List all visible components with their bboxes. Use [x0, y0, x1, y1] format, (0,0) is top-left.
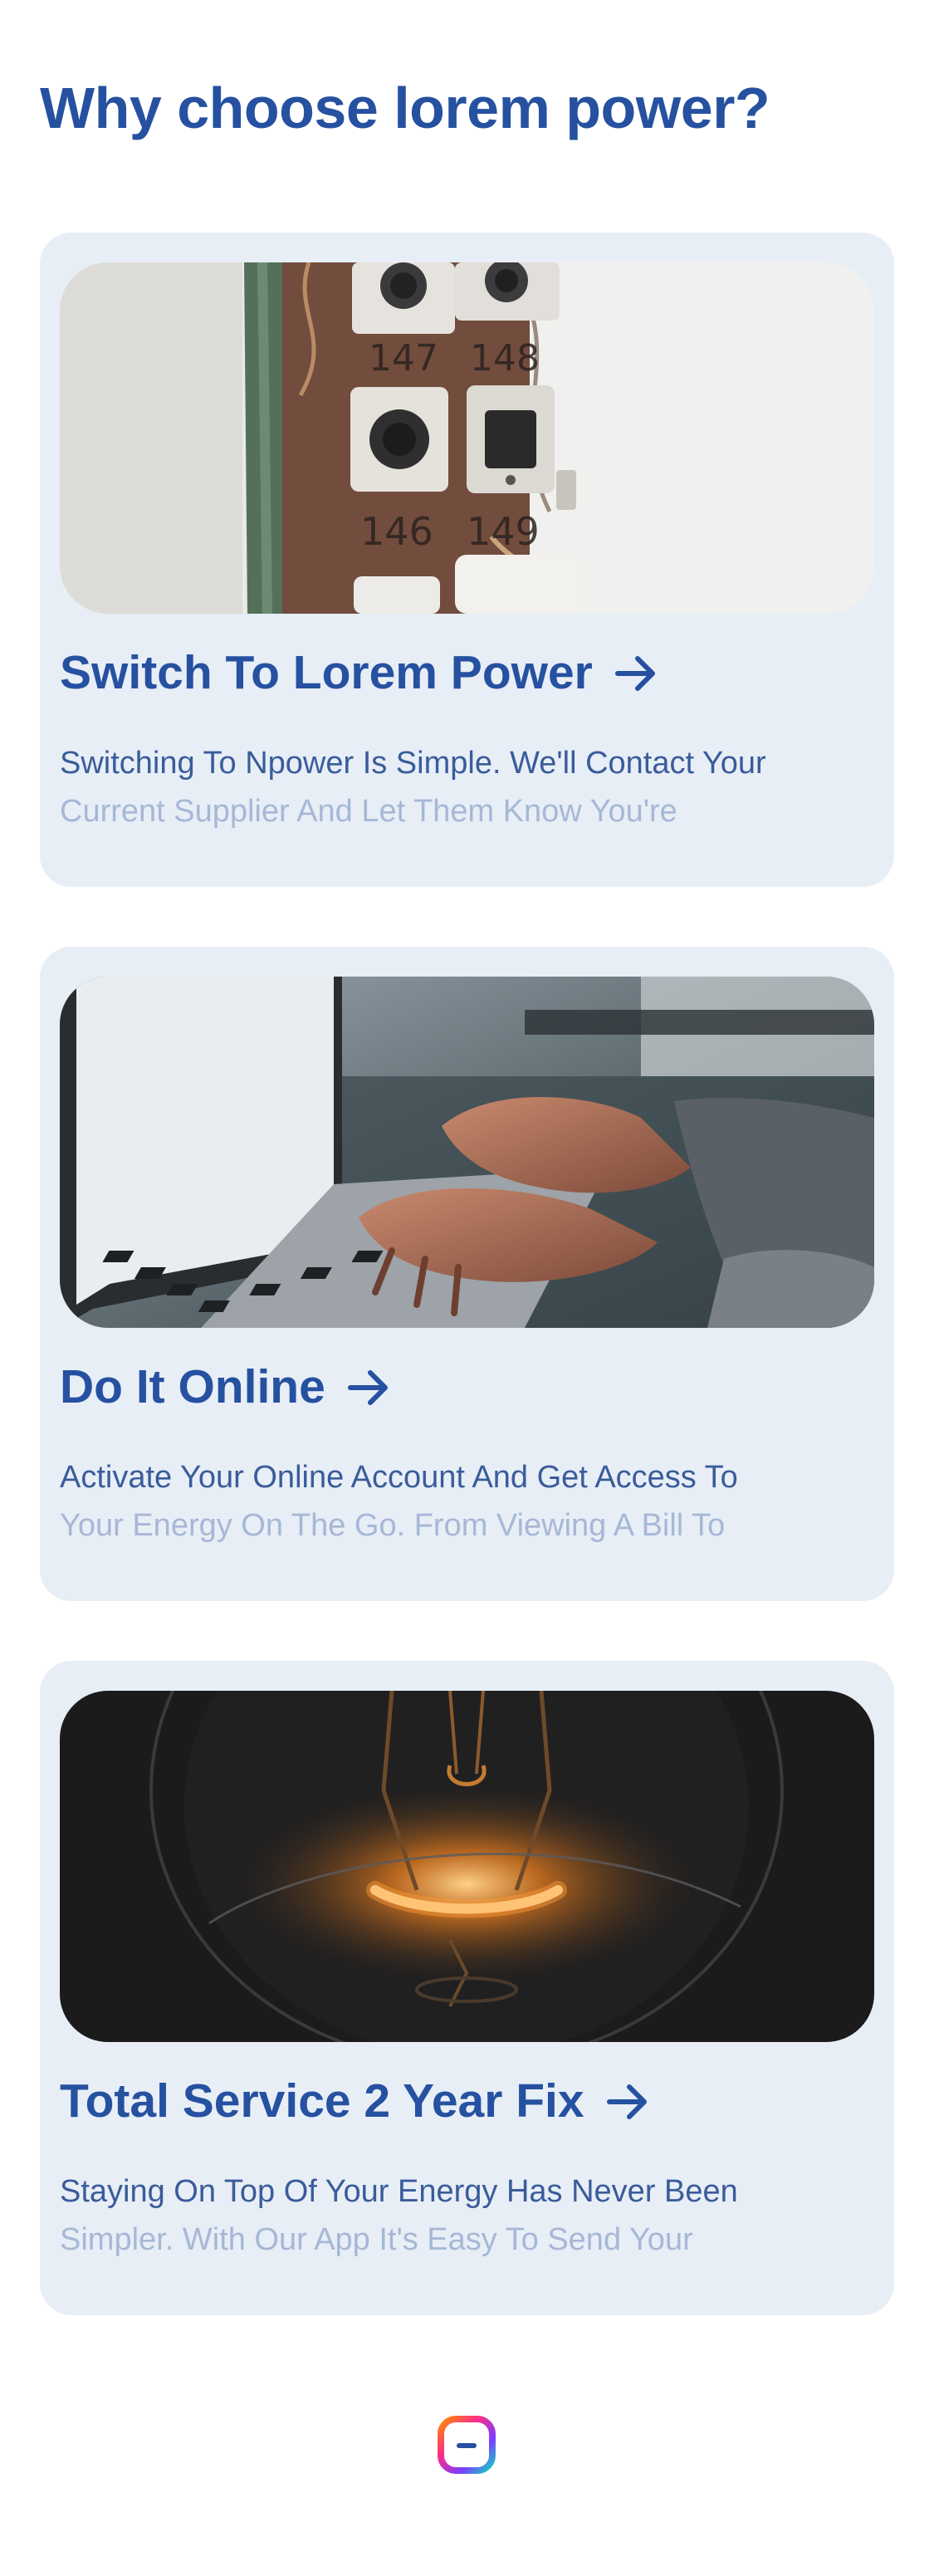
card-title-text: Switch To Lorem Power [60, 646, 593, 699]
card-title-text: Do It Online [60, 1360, 325, 1413]
card-description-line: Activate Your Online Account And Get Acc… [60, 1460, 738, 1495]
card-description-line-faded: Your Energy On The Go. From Viewing A Bi… [60, 1508, 726, 1543]
feature-card-service[interactable]: Total Service 2 Year Fix Staying On Top … [40, 1661, 894, 2315]
card-title-service[interactable]: Total Service 2 Year Fix [60, 2074, 651, 2129]
arrow-right-icon [606, 2084, 647, 2119]
page-title: Why choose lorem power? [40, 76, 770, 140]
fuse-box-photo: 147 148 146 149 [60, 262, 874, 614]
svg-text:149: 149 [467, 509, 540, 554]
card-title-text: Total Service 2 Year Fix [60, 2074, 584, 2128]
card-description: Activate Your Online Account And Get Acc… [60, 1453, 874, 1550]
light-bulb-photo [60, 1691, 874, 2042]
svg-text:147: 147 [369, 337, 438, 380]
arrow-right-icon [614, 655, 655, 691]
feature-card-switch[interactable]: 147 148 146 149 Switch To Lorem Power Sw… [40, 233, 894, 887]
card-description-line-faded: Simpler. With Our App It's Easy To Send … [60, 2222, 693, 2257]
svg-text:146: 146 [360, 509, 433, 554]
card-description-line: Staying On Top Of Your Energy Has Never … [60, 2174, 738, 2209]
arrow-right-icon [347, 1369, 388, 1405]
card-title-online[interactable]: Do It Online [60, 1360, 392, 1415]
card-title-switch[interactable]: Switch To Lorem Power [60, 646, 659, 701]
card-description-line-faded: Current Supplier And Let Them Know You'r… [60, 794, 677, 829]
card-description: Switching To Npower Is Simple. We'll Con… [60, 739, 874, 835]
laptop-typing-photo [60, 977, 874, 1328]
app-logo-icon [437, 2415, 496, 2475]
card-description-line: Switching To Npower Is Simple. We'll Con… [60, 746, 766, 781]
svg-text:148: 148 [470, 337, 540, 380]
card-description: Staying On Top Of Your Energy Has Never … [60, 2167, 874, 2264]
feature-card-online[interactable]: Do It Online Activate Your Online Accoun… [40, 947, 894, 1601]
